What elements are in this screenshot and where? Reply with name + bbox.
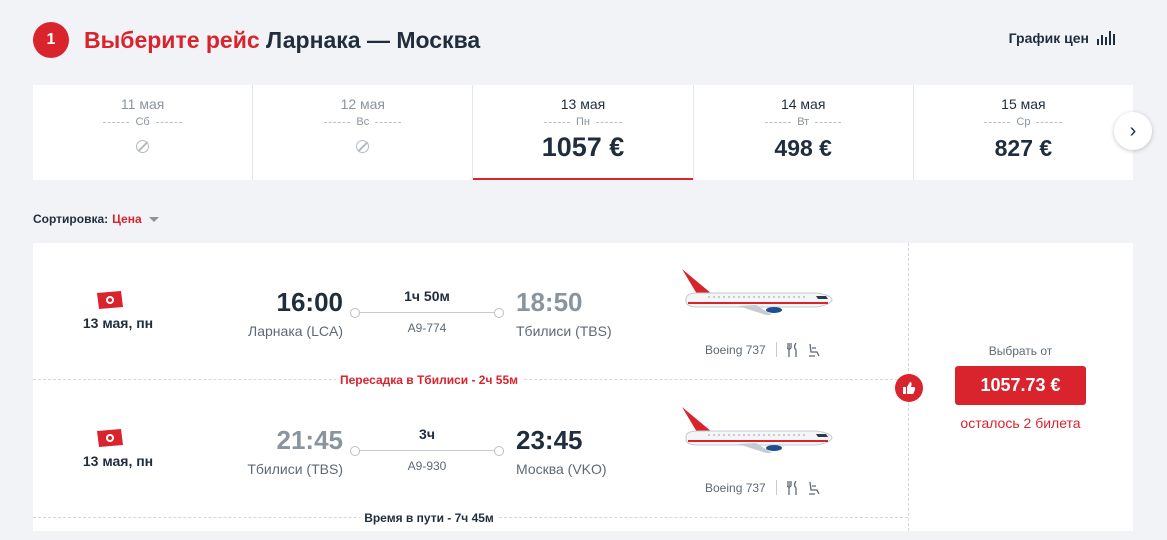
airline-logo-icon xyxy=(97,429,123,447)
tickets-left: осталось 2 билета xyxy=(960,415,1081,431)
title-prefix: Выберите рейс xyxy=(84,27,260,53)
segment-date: 13 мая, пн xyxy=(82,453,154,469)
flight-segment: 13 мая, пн 21:45 Тбилиси (TBS) 3ч A9-930… xyxy=(33,381,908,517)
tab-date: 11 мая xyxy=(120,96,165,112)
date-tab-12[interactable]: 12 мая Вс xyxy=(253,85,474,180)
select-price-button[interactable]: 1057.73 € xyxy=(955,366,1086,405)
select-from-label: Выбрать от xyxy=(988,344,1053,358)
date-selector: 11 мая Сб 12 мая Вс 13 мая Пн 1057 € 14 … xyxy=(33,85,1133,180)
meal-icon xyxy=(786,480,797,495)
flight-segment: 13 мая, пн 16:00 Ларнака (LCA) 1ч 50м A9… xyxy=(33,243,908,379)
arrival-city: Москва (VKO) xyxy=(516,461,607,477)
tab-date: 13 мая xyxy=(560,96,606,112)
departure-city: Тбилиси (TBS) xyxy=(247,461,343,477)
arrival-time: 23:45 xyxy=(516,425,583,455)
no-flights-icon xyxy=(356,140,370,153)
tab-date: 12 мая xyxy=(340,96,386,112)
route-line xyxy=(350,446,504,456)
sort-control: Сортировка: Цена xyxy=(33,212,159,226)
departure-city: Ларнака (LCA) xyxy=(248,323,343,339)
date-tab-15[interactable]: 15 мая Ср 827 € xyxy=(914,85,1133,180)
arrival-time: 18:50 xyxy=(516,287,583,317)
date-tab-11[interactable]: 11 мая Сб xyxy=(33,85,254,180)
seat-icon xyxy=(808,343,820,357)
sort-value[interactable]: Цена xyxy=(112,212,142,226)
flight-number: A9-774 xyxy=(407,321,447,335)
divider xyxy=(775,342,777,357)
thumbs-up-icon xyxy=(895,374,923,402)
route-line xyxy=(350,308,504,318)
aircraft-info: Boeing 737 xyxy=(705,342,821,357)
tab-weekday: Пн xyxy=(473,116,692,128)
flight-card: Пересадка в Тбилиси - 2ч 55м Время в пут… xyxy=(33,243,1133,531)
flight-duration: 3ч xyxy=(419,426,435,442)
tab-price: 1057 € xyxy=(541,132,625,162)
tab-weekday: Вс xyxy=(253,116,472,128)
chevron-down-icon[interactable] xyxy=(148,216,159,222)
tab-weekday: Ср xyxy=(914,116,1133,128)
tab-date: 15 мая xyxy=(1001,96,1046,112)
meal-icon xyxy=(786,342,797,357)
divider xyxy=(775,480,777,495)
flight-number: A9-930 xyxy=(407,459,447,473)
next-dates-button[interactable]: › xyxy=(1114,112,1152,150)
seat-icon xyxy=(808,481,820,495)
price-chart-label: График цен xyxy=(1008,30,1089,46)
date-tab-13[interactable]: 13 мая Пн 1057 € xyxy=(473,85,694,180)
no-flights-icon xyxy=(136,140,150,153)
departure-time: 21:45 xyxy=(276,425,344,455)
aircraft-model: Boeing 737 xyxy=(705,480,766,495)
tab-price: 827 € xyxy=(994,135,1053,161)
chevron-right-icon: › xyxy=(1129,119,1137,142)
price-chart-link[interactable]: График цен xyxy=(1009,30,1115,46)
tab-weekday: Вт xyxy=(694,116,913,128)
tab-date: 14 мая xyxy=(780,96,826,112)
tab-weekday: Сб xyxy=(33,116,252,128)
segment-date: 13 мая, пн xyxy=(82,315,154,331)
sort-label: Сортировка: xyxy=(33,212,109,226)
departure-time: 16:00 xyxy=(276,287,344,317)
airline-logo-icon xyxy=(97,291,123,309)
aircraft-image xyxy=(682,269,833,315)
arrival-city: Тбилиси (TBS) xyxy=(516,323,612,339)
tab-price: 498 € xyxy=(774,135,832,161)
step-number: 1 xyxy=(33,22,69,58)
flight-duration: 1ч 50м xyxy=(404,288,450,304)
aircraft-info: Boeing 737 xyxy=(705,480,821,495)
aircraft-model: Boeing 737 xyxy=(705,342,766,357)
title-route: Ларнака — Москва xyxy=(266,27,481,53)
aircraft-image xyxy=(682,407,833,453)
page-title: Выберите рейс Ларнака — Москва xyxy=(84,27,480,54)
date-tab-14[interactable]: 14 мая Вт 498 € xyxy=(694,85,914,180)
bar-chart-icon xyxy=(1097,31,1115,45)
